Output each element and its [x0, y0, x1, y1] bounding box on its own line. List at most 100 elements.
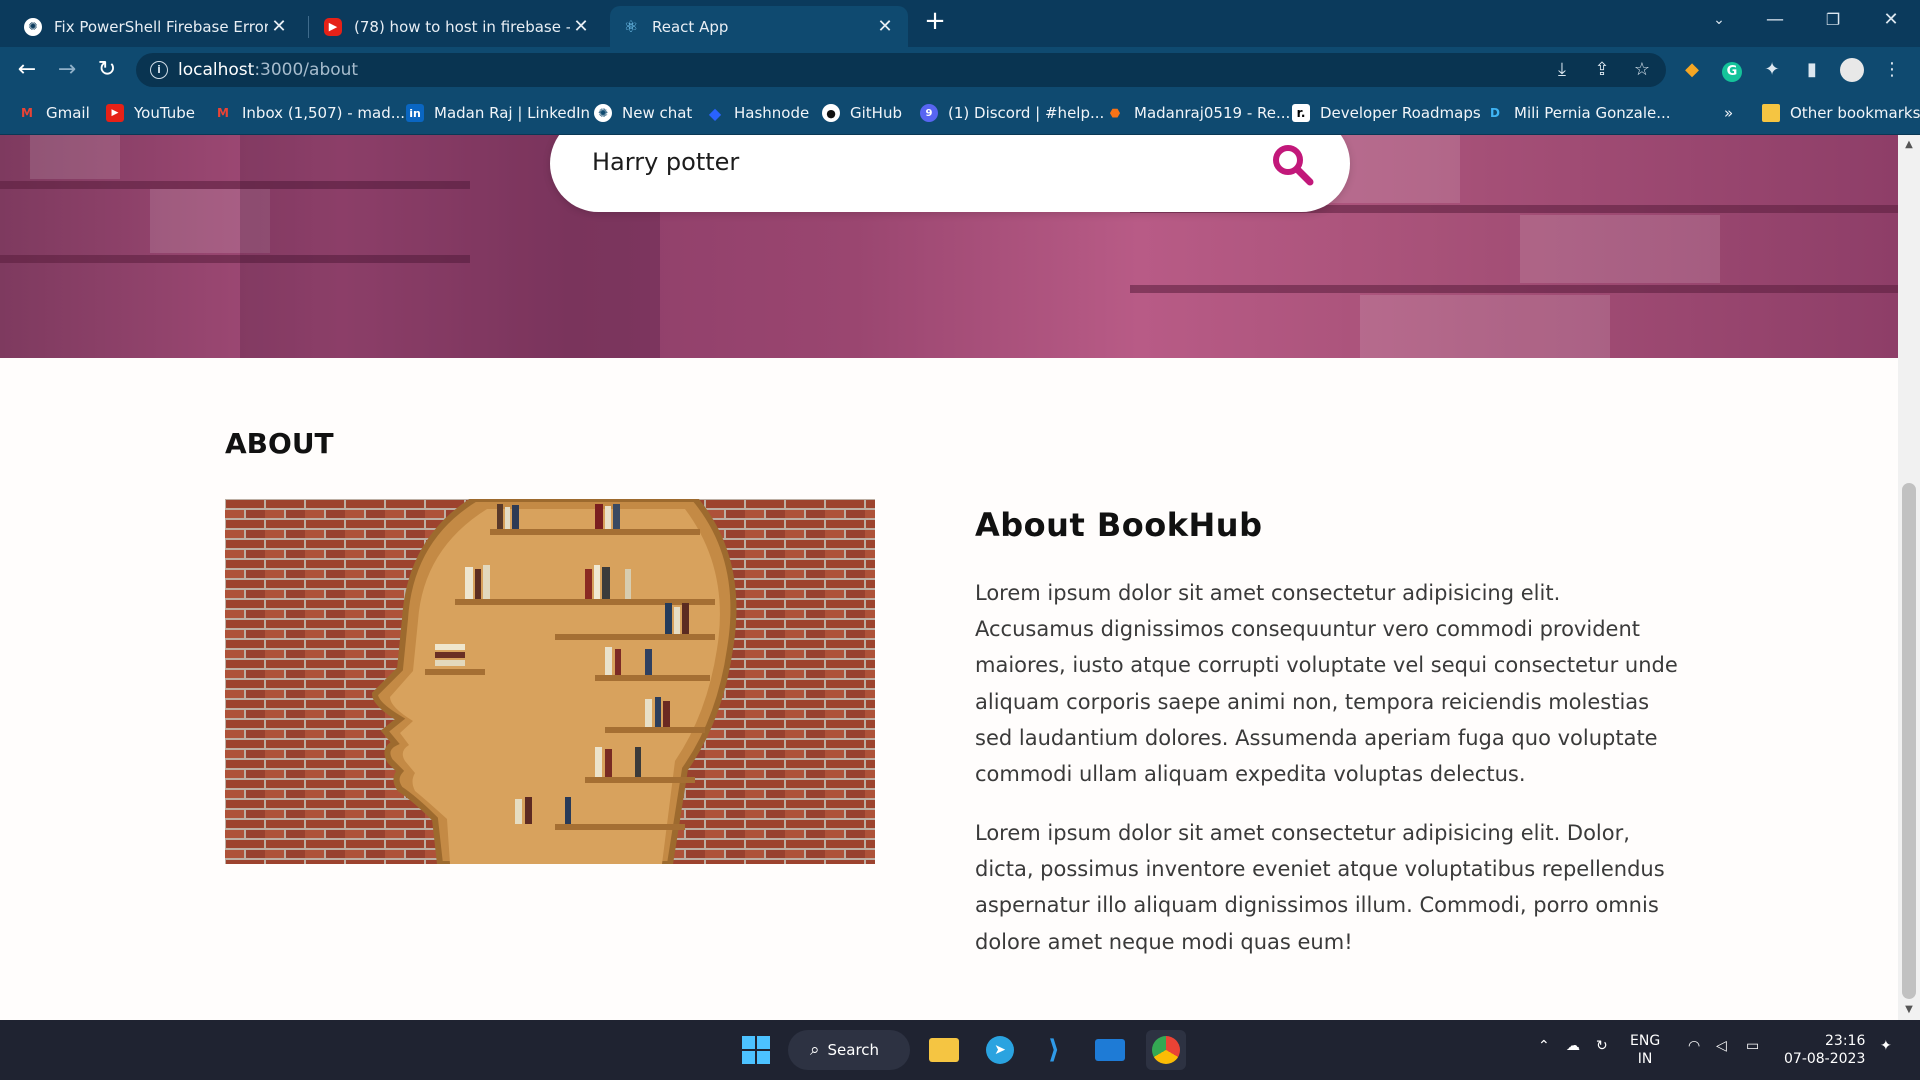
mail-icon[interactable]	[1090, 1030, 1130, 1070]
bookmark-label: New chat	[622, 104, 693, 122]
bookmark-gmail[interactable]: M Gmail	[18, 102, 90, 124]
notifications-icon[interactable]: ✦	[1880, 1038, 1892, 1054]
tab-separator	[308, 16, 309, 38]
tab-strip: ✺ Fix PowerShell Firebase Error ✕ ▶ (78)…	[0, 0, 1920, 47]
side-panel-icon[interactable]: ▮	[1800, 58, 1824, 82]
bookmark-hashnode[interactable]: ◆ Hashnode	[706, 102, 809, 124]
shelf-decoration	[1130, 285, 1898, 293]
site-info-icon[interactable]: i	[150, 61, 168, 79]
vscode-icon[interactable]: ⟩	[1034, 1030, 1074, 1070]
close-tab-icon[interactable]: ✕	[268, 16, 290, 37]
tab-title: Fix PowerShell Firebase Error	[54, 17, 268, 36]
page-viewport: Harry potter ABOUT About BookHub Lorem i…	[0, 135, 1898, 1020]
wifi-icon[interactable]: ◠	[1688, 1038, 1700, 1054]
bookmark-label: Hashnode	[734, 104, 810, 122]
page-scrollbar[interactable]: ▲ ▼	[1898, 135, 1920, 1020]
windows-logo-icon	[742, 1036, 770, 1064]
tab-fix-powershell[interactable]: ✺ Fix PowerShell Firebase Error ✕	[12, 6, 302, 47]
bookmark-label: Madanraj0519 - Re...	[1134, 104, 1291, 122]
gmail-icon: M	[217, 106, 229, 120]
gmail-icon: M	[21, 106, 33, 120]
bookmark-youtube[interactable]: ▶ YouTube	[106, 102, 195, 124]
chrome-icon[interactable]	[1146, 1030, 1186, 1070]
sync-icon[interactable]: ↻	[1596, 1038, 1608, 1054]
tab-react-app[interactable]: ⚛ React App ✕	[610, 6, 908, 47]
clock-time: 23:16	[1825, 1033, 1866, 1049]
react-icon: ⚛	[623, 17, 639, 36]
bookmark-label: Gmail	[46, 104, 90, 122]
url-text: localhost:3000/about	[178, 60, 358, 80]
bookmark-roadmaps[interactable]: r. Developer Roadmaps	[1292, 102, 1481, 124]
hero-banner: Harry potter	[0, 135, 1898, 358]
reload-button[interactable]: ↻	[92, 55, 122, 85]
search-icon[interactable]	[1270, 142, 1314, 186]
back-button[interactable]: ←	[12, 55, 42, 85]
bookmark-new-chat[interactable]: ✺ New chat	[594, 102, 692, 124]
folder-icon	[1762, 104, 1780, 122]
tab-youtube[interactable]: ▶ (78) how to host in firebase - You ✕	[312, 6, 604, 47]
replit-icon: ⬣	[1109, 106, 1121, 120]
bookmark-inbox[interactable]: M Inbox (1,507) - mad...	[214, 102, 405, 124]
roadmap-icon: r.	[1292, 104, 1310, 122]
other-bookmarks-folder[interactable]: Other bookmarks	[1762, 102, 1920, 124]
start-button[interactable]	[736, 1030, 776, 1070]
forward-button[interactable]: →	[52, 55, 82, 85]
book-decoration	[1520, 215, 1720, 283]
linkedin-icon: in	[406, 104, 424, 122]
show-hidden-icons-chevron-icon[interactable]: ⌃	[1538, 1038, 1550, 1054]
volume-icon[interactable]: ◁	[1716, 1038, 1727, 1054]
windows-taskbar: ⌕ Search ➤ ⟩ ⌃ ☁ ↻ ENG IN ◠ ◁ ▭ 23:16 07…	[0, 1020, 1920, 1080]
region-code: IN	[1637, 1051, 1653, 1067]
file-explorer-icon[interactable]	[924, 1030, 964, 1070]
about-paragraph-2: Lorem ipsum dolor sit amet consectetur a…	[975, 821, 1665, 954]
extension-shield-icon[interactable]: ◆	[1680, 58, 1704, 82]
bookmark-github[interactable]: ● GitHub	[822, 102, 902, 124]
search-icon: ⌕	[810, 1040, 820, 1060]
bookmark-label: Other bookmarks	[1790, 104, 1920, 122]
bookmark-linkedin[interactable]: in Madan Raj | LinkedIn	[406, 102, 590, 124]
clock[interactable]: 23:16 07-08-2023	[1784, 1032, 1865, 1068]
book-decoration	[1360, 295, 1610, 358]
scrollbar-thumb[interactable]	[1902, 483, 1916, 999]
taskbar-search-label: Search	[827, 1041, 880, 1059]
more-bookmarks-label: »	[1724, 104, 1734, 122]
share-icon[interactable]: ⇪	[1590, 58, 1614, 82]
bookmark-label: YouTube	[134, 104, 195, 122]
grammarly-icon[interactable]: G	[1720, 58, 1744, 82]
more-bookmarks-button[interactable]: »	[1724, 102, 1733, 124]
restore-button[interactable]: ❐	[1810, 0, 1856, 40]
search-bar[interactable]: Harry potter	[550, 135, 1350, 212]
telegram-icon[interactable]: ➤	[980, 1030, 1020, 1070]
battery-icon[interactable]: ▭	[1746, 1038, 1759, 1054]
chatgpt-icon: ✺	[24, 17, 42, 36]
head-bookshelf-image	[225, 499, 875, 864]
address-bar[interactable]: i localhost:3000/about ⤓ ⇪ ☆	[136, 53, 1666, 87]
tab-search-chevron-icon[interactable]: ⌄	[1696, 0, 1742, 40]
tab-title: (78) how to host in firebase - You	[354, 17, 570, 36]
minimize-button[interactable]: —	[1752, 0, 1798, 40]
close-window-button[interactable]: ✕	[1868, 0, 1914, 40]
bookmark-madanraj[interactable]: ⬣ Madanraj0519 - Re...	[1106, 102, 1291, 124]
extensions-puzzle-icon[interactable]: ✦	[1760, 58, 1784, 82]
discord-icon: 9	[920, 104, 938, 122]
bookmark-mili[interactable]: D Mili Pernia Gonzale...	[1486, 102, 1671, 124]
taskbar-search[interactable]: ⌕ Search	[788, 1030, 910, 1070]
close-tab-icon[interactable]: ✕	[570, 16, 592, 37]
bookmark-discord[interactable]: 9 (1) Discord | #help...	[920, 102, 1104, 124]
search-input[interactable]: Harry potter	[592, 148, 739, 176]
bookmark-star-icon[interactable]: ☆	[1630, 58, 1654, 82]
onedrive-icon[interactable]: ☁	[1566, 1038, 1580, 1054]
new-tab-button[interactable]: +	[922, 8, 948, 34]
github-icon: ●	[822, 104, 840, 122]
url-host: localhost	[178, 60, 255, 80]
hashnode-icon: ◆	[708, 103, 722, 123]
profile-avatar[interactable]	[1840, 58, 1864, 82]
scroll-down-arrow-icon[interactable]: ▼	[1898, 1000, 1920, 1020]
bookmark-label: Madan Raj | LinkedIn	[434, 104, 591, 122]
bookmark-label: Mili Pernia Gonzale...	[1514, 104, 1671, 122]
install-app-icon[interactable]: ⤓	[1550, 58, 1574, 82]
menu-kebab-icon[interactable]: ⋮	[1880, 58, 1904, 82]
close-tab-icon[interactable]: ✕	[874, 16, 896, 37]
scroll-up-arrow-icon[interactable]: ▲	[1898, 135, 1920, 155]
language-indicator[interactable]: ENG IN	[1630, 1032, 1660, 1068]
